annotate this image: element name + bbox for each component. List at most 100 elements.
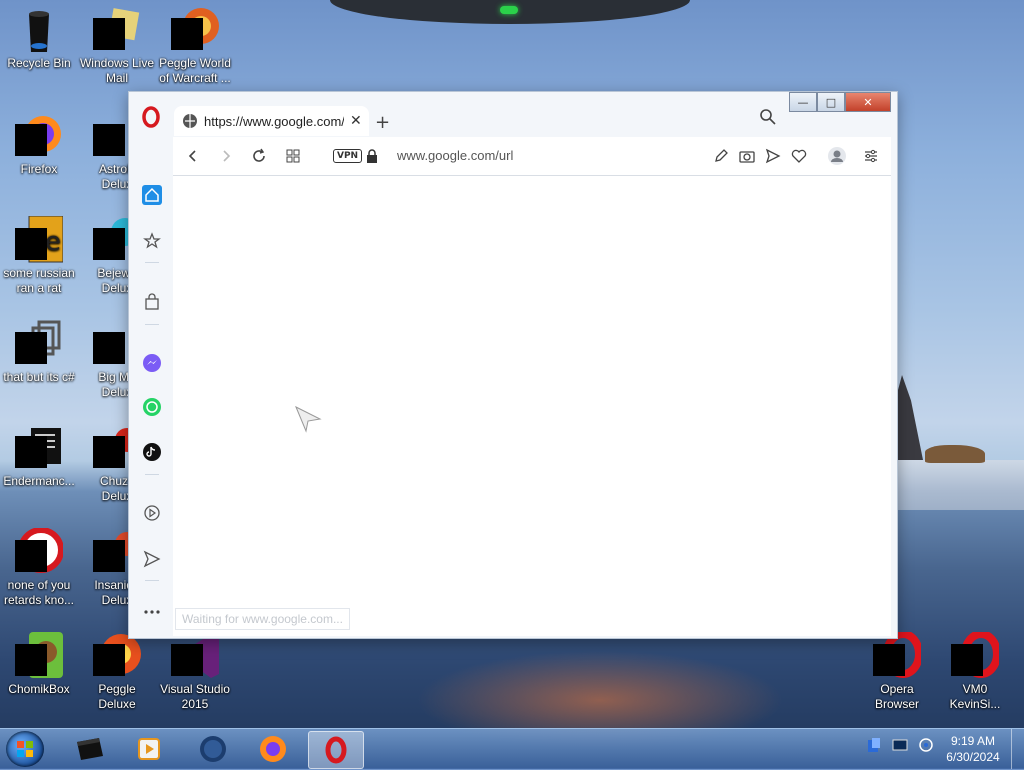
send-icon <box>765 148 781 164</box>
start-button[interactable] <box>6 731 44 767</box>
redaction-box <box>15 644 47 676</box>
redaction-box <box>93 18 125 50</box>
taskbar: 9:19 AM 6/30/2024 <box>0 728 1024 769</box>
desktop-icon-firefox[interactable]: Firefox <box>0 112 78 177</box>
desktop-icon-some-russian[interactable]: e some russian ran a rat <box>0 215 78 296</box>
volume-icon[interactable] <box>918 737 934 753</box>
sidebar-player-button[interactable] <box>142 503 162 523</box>
svg-text:e: e <box>45 227 61 257</box>
sidebar-divider <box>145 474 159 475</box>
heart-icon <box>791 149 807 163</box>
redaction-box <box>171 18 203 50</box>
minimize-button[interactable]: — <box>789 92 817 112</box>
desktop-icon-windows-live-mail[interactable]: Windows Live Mail <box>78 6 156 86</box>
sidebar-divider <box>145 580 159 581</box>
app-icon <box>15 320 63 368</box>
redaction-box <box>951 644 983 676</box>
tab-close-icon[interactable]: ✕ <box>350 113 362 129</box>
desktop-icon-that-but-csharp[interactable]: that but its c# <box>0 320 78 385</box>
reload-button[interactable] <box>249 146 269 166</box>
redaction-box <box>15 124 47 156</box>
bookmark-button[interactable] <box>789 146 809 166</box>
wallpaper-shore <box>893 460 1024 510</box>
firefox-icon <box>260 736 286 762</box>
maximize-button[interactable]: □ <box>817 92 845 112</box>
sidebar-my-flow-button[interactable] <box>142 549 162 569</box>
desktop-icon-opera-browser[interactable]: Opera Browser <box>858 630 936 712</box>
desktop-icon-recycle-bin[interactable]: Recycle Bin <box>0 6 78 71</box>
taskbar-media-center[interactable] <box>62 731 116 767</box>
grid-icon <box>286 149 300 163</box>
desktop-icon-none-of-you[interactable]: none of you retards kno... <box>0 527 78 608</box>
show-desktop-button[interactable] <box>1011 729 1024 769</box>
avatar-icon <box>828 147 846 165</box>
new-tab-button[interactable]: + <box>375 112 390 133</box>
visual-studio-icon <box>171 632 219 680</box>
desktop-icon-endermanch[interactable]: Endermanc... <box>0 424 78 489</box>
sidebar <box>129 132 173 638</box>
settings-sliders-icon <box>865 149 877 163</box>
app-icon <box>15 527 64 576</box>
vpn-badge[interactable]: VPN <box>333 149 363 163</box>
sidebar-bookmarks-button[interactable] <box>142 231 162 251</box>
reload-icon <box>253 148 265 162</box>
back-button[interactable] <box>183 146 203 166</box>
window-controls: — □ ✕ <box>789 92 891 112</box>
app-globe-icon <box>200 736 226 762</box>
redaction-box <box>171 644 203 676</box>
forward-button[interactable] <box>216 146 236 166</box>
desktop-icon-peggle-wow[interactable]: Peggle World of Warcraft ... <box>156 6 234 86</box>
taskbar-firefox[interactable] <box>246 731 300 767</box>
globe-icon <box>183 114 197 128</box>
sidebar-tiktok-button[interactable] <box>142 442 162 462</box>
desktop-icon-vm0[interactable]: VM0 KevinSi... <box>936 630 1014 712</box>
sidebar-home-button[interactable] <box>142 185 162 205</box>
close-button[interactable]: ✕ <box>845 92 891 112</box>
sidebar-more-button[interactable] <box>142 602 162 622</box>
address-toolbar: VPN www.google.com/url <box>173 137 891 176</box>
tab-search-button[interactable] <box>759 108 777 129</box>
network-icon[interactable] <box>892 737 908 753</box>
sidebar-messenger-button[interactable] <box>142 353 162 373</box>
redaction-box <box>873 644 905 676</box>
edit-button[interactable] <box>711 146 731 166</box>
taskbar-media-player[interactable] <box>122 731 176 767</box>
loading-status: Waiting for www.google.com... <box>175 608 350 630</box>
action-center-icon[interactable] <box>866 737 882 753</box>
taskbar-opera[interactable] <box>308 731 364 769</box>
whatsapp-icon <box>143 398 161 416</box>
easy-setup-button[interactable] <box>861 146 881 166</box>
peggle-icon <box>93 632 141 680</box>
pencil-icon <box>715 149 728 162</box>
opera-menu-button[interactable] <box>141 106 161 131</box>
desktop-icon-visual-studio[interactable]: Visual Studio 2015 <box>156 632 234 712</box>
sidebar-shopping-button[interactable] <box>142 292 162 312</box>
redaction-box <box>93 228 125 260</box>
speed-dial-button[interactable] <box>283 146 303 166</box>
lock-icon[interactable] <box>362 146 382 166</box>
taskbar-globe-app[interactable] <box>186 731 240 767</box>
opera-icon <box>951 630 1001 680</box>
status-led <box>500 6 518 14</box>
shopping-bag-icon <box>145 293 159 310</box>
profile-button[interactable] <box>827 146 847 166</box>
desktop-icon-chomikbox[interactable]: ChomikBox <box>0 632 78 697</box>
redaction-box <box>93 540 125 572</box>
send-to-flow-button[interactable] <box>763 146 783 166</box>
desktop-icon-peggle-deluxe[interactable]: Peggle Deluxe <box>78 632 156 712</box>
page-content[interactable]: Waiting for www.google.com... <box>173 176 891 636</box>
redaction-box <box>93 436 125 468</box>
address-bar[interactable]: www.google.com/url <box>397 148 513 163</box>
clock[interactable]: 9:19 AM 6/30/2024 <box>940 733 1006 765</box>
clock-date: 6/30/2024 <box>946 750 1000 764</box>
send-icon <box>143 550 161 568</box>
opera-browser-window: — □ ✕ https://www.google.com/u ✕ + VPN w… <box>128 91 898 639</box>
chevron-left-icon <box>188 150 196 162</box>
opera-icon <box>325 736 347 764</box>
snapshot-button[interactable] <box>737 146 757 166</box>
sidebar-whatsapp-button[interactable] <box>142 397 162 417</box>
windows-media-player-icon <box>138 738 160 760</box>
redaction-box <box>15 436 47 468</box>
sidebar-divider <box>145 324 159 325</box>
tab-google[interactable]: https://www.google.com/u ✕ <box>174 106 369 136</box>
